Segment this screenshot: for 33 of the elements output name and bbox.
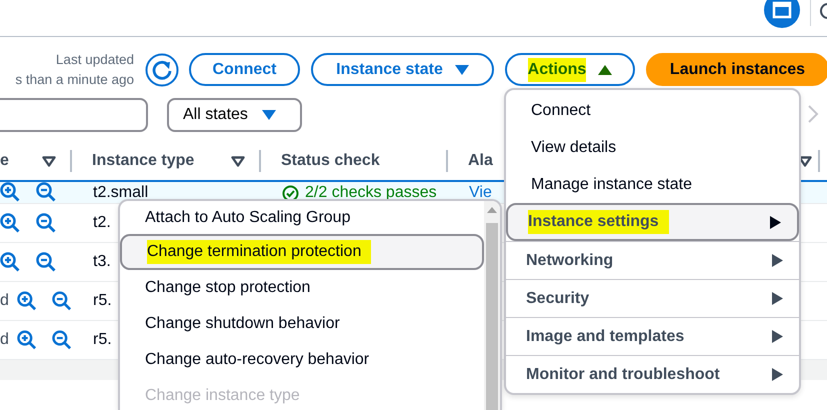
table-cell: t3.	[93, 253, 111, 270]
menu-item[interactable]: View details	[506, 129, 799, 166]
toolbar-button[interactable]: Instance state	[311, 53, 494, 86]
toolbar-button[interactable]: Launch instances	[646, 53, 827, 86]
menu-item[interactable]: Change stop protection	[120, 270, 484, 306]
menu-item[interactable]: Manage instance state	[506, 166, 799, 203]
toolbar-button[interactable]: Actions	[505, 53, 635, 86]
menu-item[interactable]: Monitor and troubleshoot	[506, 355, 799, 393]
table-cell: t2.small	[93, 184, 148, 201]
menu-item[interactable]: Image and templates	[506, 317, 799, 355]
state-filter-dropdown[interactable]: All states	[167, 98, 302, 132]
last-updated-text: Last updated s than a minute ago	[14, 50, 134, 89]
menu-item[interactable]: Change auto-recovery behavior	[120, 342, 484, 378]
menu-item[interactable]: Instance settings	[506, 203, 799, 241]
menu-item[interactable]: Connect	[506, 92, 799, 129]
table-cell: r5.	[93, 292, 112, 309]
table-cell: r5.	[93, 331, 112, 348]
toolbar-button[interactable]: Connect	[189, 53, 300, 86]
column-header[interactable]: Ala	[468, 149, 493, 173]
menu-item[interactable]: Networking	[506, 241, 799, 279]
alarm-link[interactable]: Vie	[469, 184, 492, 201]
menu-item: Change instance type	[120, 378, 484, 410]
menu-item[interactable]: Change shutdown behavior	[120, 306, 484, 342]
menu-item[interactable]: Security	[506, 279, 799, 317]
table-cell: t2.	[93, 214, 111, 231]
menu-item[interactable]: Change termination protection	[120, 234, 484, 270]
column-header[interactable]: Status check	[281, 149, 380, 173]
column-header[interactable]: Instance type	[92, 149, 194, 173]
table-cell-text: d	[0, 330, 9, 350]
status-text: 2/2 checks passes	[305, 184, 437, 202]
table-cell-text: d	[0, 291, 9, 311]
menu-item[interactable]: Attach to Auto Scaling Group	[120, 201, 484, 234]
column-header[interactable]: e	[0, 149, 9, 173]
